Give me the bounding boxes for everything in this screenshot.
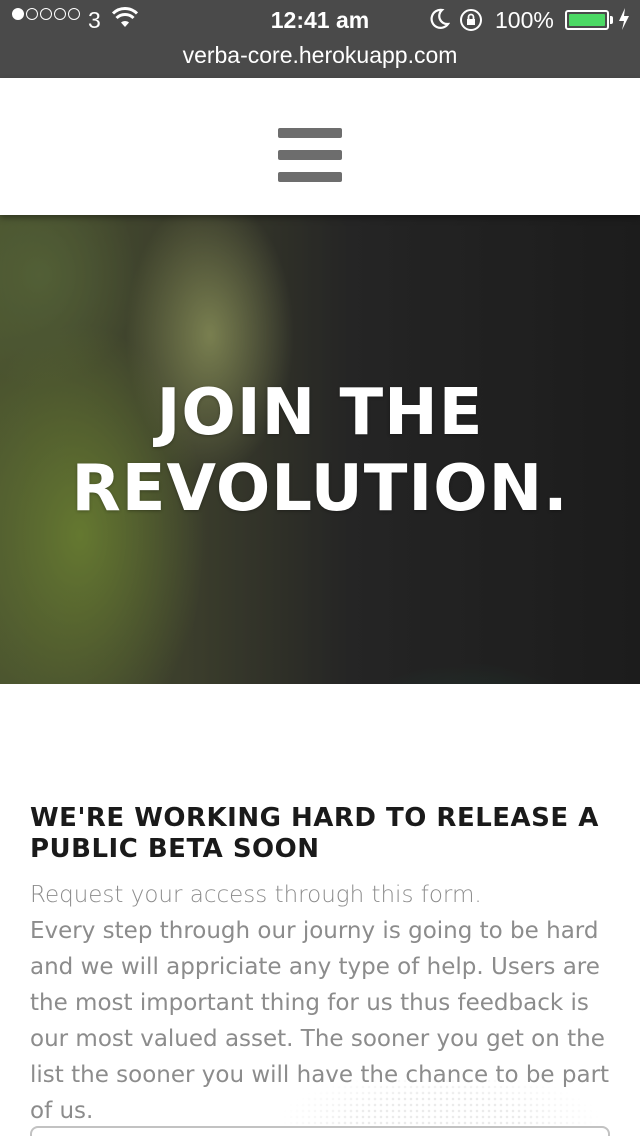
- hamburger-icon-bar: [278, 150, 342, 160]
- orientation-lock-icon: [460, 9, 482, 31]
- section-title: WE'RE WORKING HARD TO RELEASE A PUBLIC B…: [30, 803, 599, 864]
- world-map-background: [240, 1060, 640, 1136]
- charging-bolt-icon: [619, 8, 629, 30]
- signup-input-field[interactable]: [30, 1126, 610, 1136]
- battery-icon: [565, 10, 609, 30]
- hamburger-icon-bar: [278, 128, 342, 138]
- site-header: [0, 78, 640, 215]
- lead-text: Request your access through this form.: [30, 882, 482, 908]
- hero-title-line-2: REVOLUTION.: [71, 452, 569, 526]
- status-bar: 3 12:41 am 100%: [0, 0, 640, 40]
- hero-title-line-1: JOIN THE: [156, 376, 484, 450]
- battery-level-fill: [569, 14, 605, 26]
- battery-cap: [610, 16, 613, 24]
- battery-percentage: 100%: [495, 7, 554, 33]
- hamburger-menu-button[interactable]: [276, 126, 344, 184]
- hero-title: JOIN THE REVOLUTION.: [0, 375, 640, 527]
- browser-chrome: 3 12:41 am 100% verba-core.herokuapp.com: [0, 0, 640, 78]
- address-bar[interactable]: verba-core.herokuapp.com: [0, 42, 640, 69]
- hamburger-icon-bar: [278, 172, 342, 182]
- do-not-disturb-moon-icon: [430, 8, 450, 29]
- hero-banner: JOIN THE REVOLUTION.: [0, 215, 640, 684]
